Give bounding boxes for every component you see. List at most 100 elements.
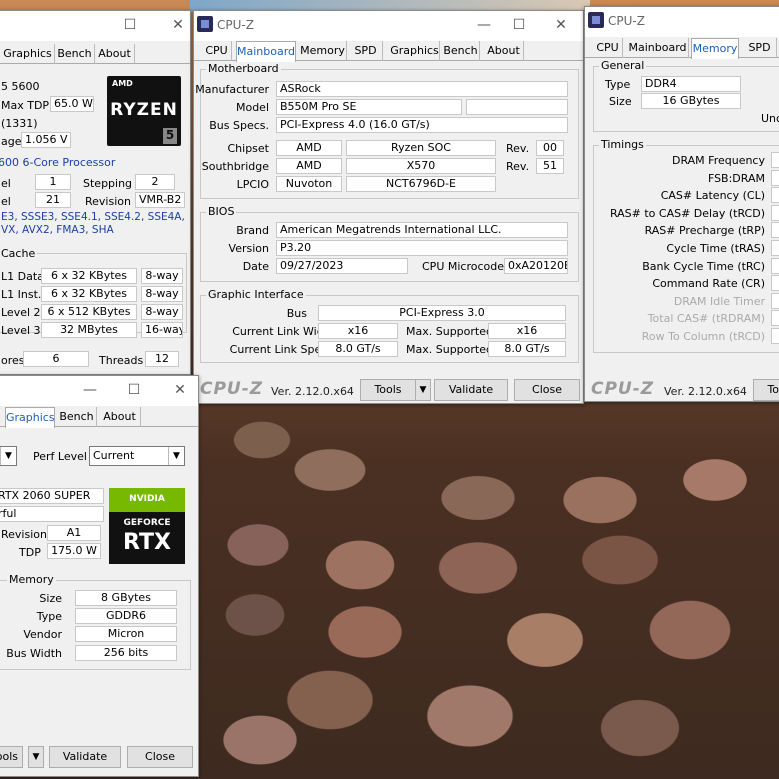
tab-about[interactable]: About xyxy=(95,44,135,64)
family-value: 1 xyxy=(35,174,71,190)
validate-button[interactable]: Validate xyxy=(434,379,508,401)
model-value: 21 xyxy=(35,192,71,208)
gpu-mem-size-value: 8 GBytes xyxy=(75,590,177,606)
title-bar: CPU-Z xyxy=(585,7,779,37)
tools-button[interactable]: Tools xyxy=(0,746,23,768)
perf-level-value: Current xyxy=(93,449,135,462)
amd-brand-text: AMD xyxy=(112,79,133,88)
cpuz-logo: CPU-Z xyxy=(591,379,655,399)
timing-label: Total CAS# (tRDRAM) xyxy=(647,312,765,326)
ryzen-text: RYZEN xyxy=(110,100,178,120)
tab-about[interactable]: About xyxy=(484,41,524,61)
gpu-mem-vendor-label: Vendor xyxy=(23,628,62,641)
motherboard-title: Motherboard xyxy=(206,62,281,75)
cache-row-label: Level 2 xyxy=(1,306,41,319)
lpcio-name: NCT6796D-E xyxy=(346,176,496,192)
tab-graphics[interactable]: Graphics xyxy=(5,407,55,428)
chipset-name: Ryzen SOC xyxy=(346,140,496,156)
cpuz-app-icon xyxy=(588,12,604,28)
gi-bus-value: PCI-Express 3.0 xyxy=(318,305,566,321)
maximize-button[interactable]: ☐ xyxy=(119,379,149,401)
southbridge-vendor: AMD xyxy=(276,158,342,174)
tab-spd[interactable]: SPD xyxy=(349,41,383,61)
validate-button[interactable]: Validate xyxy=(49,746,121,768)
display-device-select[interactable]: ▼ xyxy=(0,446,17,466)
model-label: el xyxy=(1,195,11,208)
cores-value: 6 xyxy=(23,351,89,367)
timing-label: RAS# to CAS# Delay (tRCD) xyxy=(609,206,765,220)
chipset-rev-value: 00 xyxy=(536,140,564,156)
cache-row-size: 6 x 32 KBytes xyxy=(41,268,137,284)
bios-date-value: 09/27/2023 xyxy=(276,258,408,274)
tab-mainboard[interactable]: Mainboard xyxy=(627,38,689,58)
tab-cpu[interactable]: CPU xyxy=(202,41,232,61)
tab-bench[interactable]: Bench xyxy=(55,44,95,64)
cache-row-associativity: 8-way xyxy=(141,304,183,320)
gpu-mem-size-label: Size xyxy=(39,592,62,605)
gpu-memory-title: Memory xyxy=(7,573,56,586)
timing-label: Cycle Time (tRAS) xyxy=(666,242,765,255)
geforce-text: GEFORCE xyxy=(123,518,171,528)
timing-label: Command Rate (CR) xyxy=(652,277,765,291)
tools-dropdown-icon[interactable]: ▼ xyxy=(415,379,431,401)
ryzen-tier: 5 xyxy=(163,128,177,144)
tools-dropdown-icon[interactable]: ▼ xyxy=(28,746,44,768)
lpcio-label: LPCIO xyxy=(236,178,269,191)
timing-value-field xyxy=(771,310,779,327)
tools-button[interactable]: Tools xyxy=(753,379,779,401)
instructions-line2: VX, AVX2, FMA3, SHA xyxy=(1,224,114,236)
timing-value-field xyxy=(771,257,779,274)
bottom-bar: CPU-Z Ver. 2.12.0.x64 Tools ▼ Validate C… xyxy=(194,379,583,403)
cache-row-size: 32 MBytes xyxy=(41,322,137,338)
rtx-text: RTX xyxy=(123,530,171,555)
close-window-button[interactable]: Close xyxy=(127,746,193,768)
tab-graphics[interactable]: Graphics xyxy=(390,41,440,61)
bottom-bar: CPU-Z Ver. 2.12.0.x64 Tools xyxy=(585,379,779,401)
busspecs-label: Bus Specs. xyxy=(209,119,269,132)
gi-max-width-value: x16 xyxy=(488,323,566,339)
close-button[interactable]: ✕ xyxy=(546,14,576,36)
minimize-button[interactable]: — xyxy=(75,379,105,401)
maximize-button[interactable]: ☐ xyxy=(504,14,534,36)
mem-size-value: 16 GBytes xyxy=(641,93,741,109)
timing-value-field xyxy=(771,152,779,168)
close-button[interactable]: ✕ xyxy=(165,379,195,401)
tab-graphics[interactable]: Graphics xyxy=(1,44,55,64)
voltage-label: age xyxy=(1,135,22,148)
chipset-label: Chipset xyxy=(227,142,269,155)
tab-about[interactable]: About xyxy=(99,407,141,427)
tab-cpu[interactable]: CPU xyxy=(593,38,623,58)
close-button[interactable]: ✕ xyxy=(163,14,190,36)
tab-bench[interactable]: Bench xyxy=(57,407,97,427)
tools-button[interactable]: Tools xyxy=(360,379,416,401)
cache-title: Cache xyxy=(0,247,38,260)
maximize-button[interactable]: ☐ xyxy=(115,14,145,36)
timing-label: Row To Column (tRCD) xyxy=(641,330,765,343)
timing-label: DRAM Frequency xyxy=(671,154,765,167)
minimize-button[interactable]: — xyxy=(469,14,499,36)
title-bar: — ☐ ✕ xyxy=(0,376,198,406)
cpuz-logo: CPU-Z xyxy=(200,379,264,399)
voltage-value: 1.056 V xyxy=(21,132,71,148)
tab-memory[interactable]: Memory xyxy=(299,41,347,61)
tab-mainboard[interactable]: Mainboard xyxy=(236,41,296,62)
stepping-value: 2 xyxy=(135,174,175,190)
tab-memory[interactable]: Memory xyxy=(691,38,739,59)
gi-bus-label: Bus xyxy=(286,307,307,320)
timing-value-field xyxy=(771,169,779,186)
cache-row-associativity: 16-way xyxy=(141,322,183,338)
cache-row-label: L1 Data xyxy=(1,270,44,283)
threads-label: Threads xyxy=(99,354,144,367)
instructions-line1: E3, SSSE3, SSE4.1, SSE4.2, SSE4A, xyxy=(1,211,185,223)
tab-bench[interactable]: Bench xyxy=(442,41,480,61)
gpu-mem-type-value: GDDR6 xyxy=(75,608,177,624)
model-value: B550M Pro SE xyxy=(276,99,462,115)
gpu-mem-buswidth-label: Bus Width xyxy=(6,647,62,660)
gpu-mem-type-label: Type xyxy=(36,610,62,623)
perf-level-select[interactable]: Current ▼ xyxy=(89,446,185,466)
gi-current-link-width-value: x16 xyxy=(318,323,398,339)
close-window-button[interactable]: Close xyxy=(514,379,580,401)
graphic-interface-title: Graphic Interface xyxy=(206,288,306,301)
tab-spd[interactable]: SPD xyxy=(743,38,777,58)
revision-value: VMR-B2 xyxy=(135,192,185,208)
